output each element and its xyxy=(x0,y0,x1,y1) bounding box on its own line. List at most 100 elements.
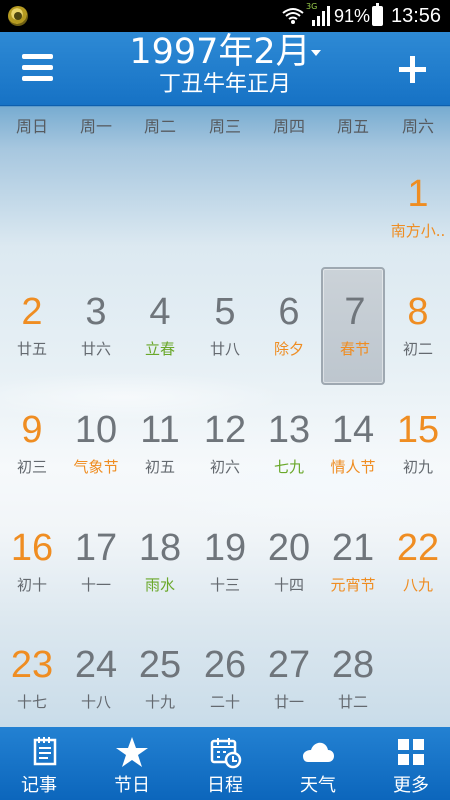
day-number: 5 xyxy=(214,291,236,333)
wifi-icon xyxy=(282,8,304,24)
cloud-icon xyxy=(303,742,334,762)
day-number: 15 xyxy=(396,409,440,451)
day-lunar-label: 廿一 xyxy=(273,693,304,711)
day-cell[interactable]: 26 二十 xyxy=(193,620,257,727)
day-number: 1 xyxy=(407,173,429,215)
day-cell[interactable]: 12 初六 xyxy=(193,385,257,503)
day-number: 3 xyxy=(85,291,107,333)
tab-weather-label: 天气 xyxy=(300,775,336,796)
status-bar: 3G 91% 13:56 xyxy=(0,0,450,32)
day-cell[interactable]: 9 初三 xyxy=(0,385,64,503)
day-lunar-label: 初九 xyxy=(402,458,433,476)
day-lunar-label: 初六 xyxy=(209,458,240,476)
signal-icon xyxy=(312,6,330,26)
grid-icon xyxy=(398,739,424,765)
tab-schedule[interactable]: 日程 xyxy=(180,727,270,800)
month-selector[interactable]: 1997年2月 丁丑牛年正月 xyxy=(115,32,335,106)
day-lunar-label: 廿八 xyxy=(209,340,240,358)
day-number: 12 xyxy=(203,409,247,451)
day-lunar-label: 八九 xyxy=(402,576,433,594)
day-lunar-label: 廿五 xyxy=(16,340,47,358)
tab-festivals-label: 节日 xyxy=(114,775,150,796)
notes-icon xyxy=(33,737,57,766)
day-cell[interactable]: 8 初二 xyxy=(386,267,450,385)
day-cell[interactable]: 25 十九 xyxy=(128,620,192,727)
day-lunar-label: 南方小.. xyxy=(390,222,446,240)
day-lunar-label: 十三 xyxy=(209,576,240,594)
day-number: 28 xyxy=(331,644,375,686)
day-number: 18 xyxy=(138,527,182,569)
day-number: 23 xyxy=(10,644,54,686)
day-lunar-label: 二十 xyxy=(209,693,240,711)
day-cell[interactable]: 21 元宵节 xyxy=(321,503,385,621)
day-cell[interactable]: 5 廿八 xyxy=(193,267,257,385)
day-number: 8 xyxy=(407,291,429,333)
month-title[interactable]: 1997年2月 xyxy=(129,32,310,72)
tab-more[interactable]: 更多 xyxy=(366,727,450,800)
day-number: 25 xyxy=(138,644,182,686)
day-number: 4 xyxy=(149,291,171,333)
day-cell[interactable]: 14 情人节 xyxy=(321,385,385,503)
day-cell[interactable]: 16 初十 xyxy=(0,503,64,621)
dropdown-icon[interactable] xyxy=(310,50,321,56)
day-cell[interactable]: 15 初九 xyxy=(386,385,450,503)
day-lunar-label: 春节 xyxy=(339,340,370,358)
day-number: 14 xyxy=(331,409,375,451)
day-lunar-label: 初三 xyxy=(16,458,47,476)
day-number: 26 xyxy=(203,644,247,686)
day-cell[interactable]: 1 南方小.. xyxy=(386,149,450,267)
selected-day-cell[interactable]: 7 春节 xyxy=(321,267,385,385)
tab-weather[interactable]: 天气 xyxy=(273,727,363,800)
weekday-monday: 周一 xyxy=(79,117,112,136)
day-lunar-label: 初十 xyxy=(16,576,47,594)
day-lunar-label: 七九 xyxy=(273,458,304,476)
day-number: 24 xyxy=(74,644,118,686)
day-cell[interactable]: 2 廿五 xyxy=(0,267,64,385)
calendar-clock-icon xyxy=(210,738,242,769)
day-cell[interactable]: 6 除夕 xyxy=(257,267,321,385)
weekday-friday: 周五 xyxy=(336,117,369,136)
calendar-header: 1997年2月 丁丑牛年正月 xyxy=(0,32,450,106)
day-cell[interactable]: 11 初五 xyxy=(128,385,192,503)
day-lunar-label: 十一 xyxy=(80,576,111,594)
day-lunar-label: 元宵节 xyxy=(330,576,376,594)
plus-icon[interactable] xyxy=(399,56,426,83)
day-cell[interactable]: 27 廿一 xyxy=(257,620,321,727)
weekday-tuesday: 周二 xyxy=(143,117,176,136)
battery-icon xyxy=(372,3,383,26)
day-cell[interactable]: 17 十一 xyxy=(64,503,128,621)
day-cell[interactable]: 4 立春 xyxy=(128,267,192,385)
day-number: 27 xyxy=(267,644,311,686)
day-lunar-label: 十四 xyxy=(273,576,304,594)
weekday-wednesday: 周三 xyxy=(208,117,241,136)
day-lunar-label: 雨水 xyxy=(144,576,175,594)
day-lunar-label: 十七 xyxy=(16,693,47,711)
day-cell[interactable]: 18 雨水 xyxy=(128,503,192,621)
day-lunar-label: 气象节 xyxy=(73,458,119,476)
tab-schedule-label: 日程 xyxy=(207,775,243,796)
day-cell[interactable]: 28 廿二 xyxy=(321,620,385,727)
day-lunar-label: 十九 xyxy=(144,693,175,711)
tab-festivals[interactable]: 节日 xyxy=(87,727,177,800)
tab-more-label: 更多 xyxy=(393,775,429,796)
tab-notes-label: 记事 xyxy=(21,775,57,796)
day-number: 22 xyxy=(396,527,440,569)
day-cell[interactable]: 19 十三 xyxy=(193,503,257,621)
lunar-month-subtitle: 丁丑牛年正月 xyxy=(158,72,291,97)
day-cell[interactable]: 20 十四 xyxy=(257,503,321,621)
day-lunar-label: 情人节 xyxy=(330,458,376,476)
battery-percentage: 91% xyxy=(334,6,371,26)
day-number: 21 xyxy=(331,527,375,569)
menu-icon[interactable] xyxy=(22,54,53,82)
day-cell[interactable]: 23 十七 xyxy=(0,620,64,727)
app-notification-icon xyxy=(8,6,28,26)
calendar-grid: 1 南方小.. 2 廿五 3 廿六 4 立春 5 廿八 6 除夕 7 春节 8 初二 9 初三 10 气象节 11 初五 1… xyxy=(0,149,450,727)
day-cell[interactable]: 3 廿六 xyxy=(64,267,128,385)
day-cell[interactable]: 10 气象节 xyxy=(64,385,128,503)
day-lunar-label: 初五 xyxy=(144,458,175,476)
tab-notes[interactable]: 记事 xyxy=(0,727,90,800)
day-cell[interactable]: 22 八九 xyxy=(386,503,450,621)
day-cell[interactable]: 24 十八 xyxy=(64,620,128,727)
day-number: 20 xyxy=(267,527,311,569)
day-cell[interactable]: 13 七九 xyxy=(257,385,321,503)
